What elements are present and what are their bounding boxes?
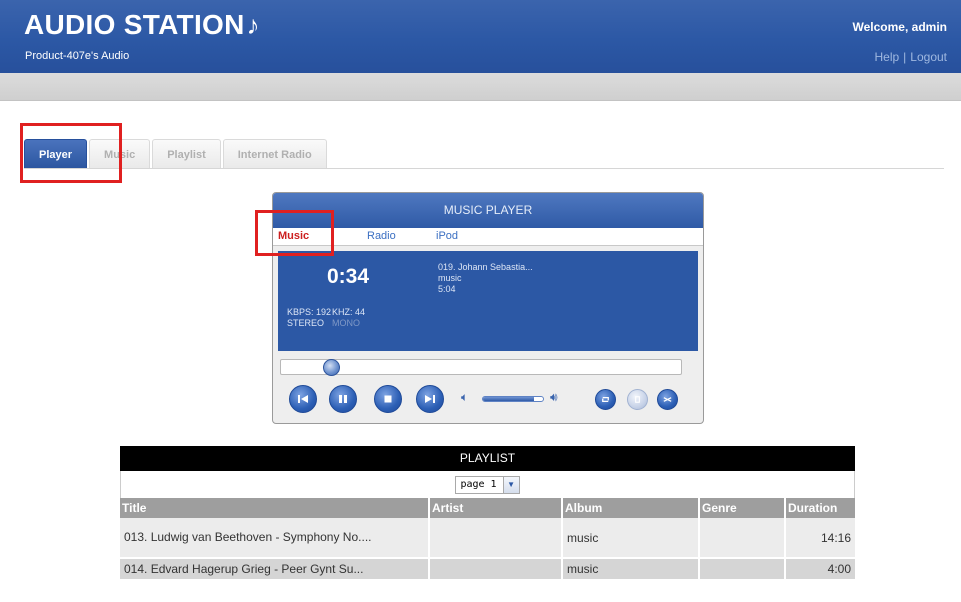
help-link[interactable]: Help — [874, 50, 899, 64]
table-row[interactable]: 013. Ludwig van Beethoven - Symphony No.… — [120, 518, 855, 559]
bitrate: KBPS: 192 — [287, 307, 332, 317]
music-player: MUSIC PLAYER Music Radio iPod 0:34 019. … — [272, 192, 704, 424]
track-artist-cell — [429, 518, 563, 559]
logout-link[interactable]: Logout — [910, 50, 947, 64]
playlist-panel: PLAYLIST page 1 ▼ Title Artist Album Gen… — [120, 446, 855, 581]
track-artist-cell — [429, 558, 563, 581]
pause-icon — [339, 395, 347, 403]
now-playing-display: 0:34 019. Johann Sebastia... music 5:04 … — [278, 251, 698, 351]
shuffle-button[interactable] — [657, 389, 678, 410]
column-artist[interactable]: Artist — [429, 498, 563, 518]
column-genre[interactable]: Genre — [699, 498, 786, 518]
volume-level — [483, 397, 534, 401]
source-tab-radio[interactable]: Radio — [367, 230, 396, 242]
playlist-pager: page 1 ▼ — [120, 471, 855, 498]
tab-playlist[interactable]: Playlist — [152, 139, 221, 169]
page-select-value: page 1 — [460, 479, 497, 490]
main-tabs: Player Music Playlist Internet Radio — [24, 139, 329, 169]
audio-stats: KBPS: 192 KHZ: 44 STEREO MONO — [287, 307, 365, 329]
table-header: Title Artist Album Genre Duration — [120, 498, 855, 518]
column-title[interactable]: Title — [120, 498, 430, 518]
source-tabs: Music Radio iPod — [273, 228, 703, 246]
playlist-title: PLAYLIST — [120, 446, 855, 471]
header-bar: AUDIO STATION♪ Product-407e's Audio Welc… — [0, 0, 961, 73]
tab-player[interactable]: Player — [24, 139, 88, 169]
tab-internet-radio[interactable]: Internet Radio — [222, 139, 327, 169]
chevron-down-icon: ▼ — [502, 476, 519, 493]
app-title: AUDIO STATION — [24, 9, 245, 40]
header-subbar — [0, 73, 961, 101]
next-button[interactable] — [416, 385, 444, 413]
music-note-icon: ♪ — [246, 10, 260, 40]
volume-up-icon[interactable]: 🔊︎ — [550, 390, 558, 405]
track-album-cell: music — [562, 518, 700, 559]
previous-button[interactable] — [289, 385, 317, 413]
top-links: Help | Logout — [874, 50, 947, 64]
product-name: Product-407e's Audio — [25, 50, 130, 62]
next-icon — [425, 395, 435, 403]
sample-rate: KHZ: 44 — [332, 307, 366, 317]
player-title: MUSIC PLAYER — [273, 193, 703, 228]
repeat-one-icon — [635, 396, 640, 403]
repeat-icon — [602, 397, 609, 402]
seek-bar[interactable] — [280, 359, 682, 376]
track-album-cell: music — [562, 558, 700, 581]
volume-slider[interactable] — [482, 396, 544, 402]
track-length: 5:04 — [438, 284, 456, 294]
volume-down-icon[interactable]: 🔈︎ — [461, 390, 468, 405]
welcome-text: Welcome, admin — [852, 20, 947, 34]
repeat-button[interactable] — [595, 389, 616, 410]
track-title-cell: 014. Edvard Hagerup Grieg - Peer Gynt Su… — [120, 558, 430, 581]
source-tab-music[interactable]: Music — [278, 230, 309, 242]
elapsed-time: 0:34 — [327, 265, 370, 288]
stop-button[interactable] — [374, 385, 402, 413]
tab-music[interactable]: Music — [89, 139, 151, 169]
column-album[interactable]: Album — [562, 498, 700, 518]
pause-button[interactable] — [329, 385, 357, 413]
column-duration[interactable]: Duration — [785, 498, 855, 518]
app-logo: AUDIO STATION♪ — [24, 9, 260, 41]
track-title: 019. Johann Sebastia... — [438, 262, 533, 272]
page-select[interactable]: page 1 ▼ — [455, 475, 520, 494]
track-duration-cell: 4:00 — [785, 558, 855, 581]
track-genre-cell — [699, 518, 786, 559]
track-genre-cell — [699, 558, 786, 581]
stereo-indicator: STEREO — [287, 318, 325, 328]
track-title-cell: 013. Ludwig van Beethoven - Symphony No.… — [120, 518, 430, 559]
playlist-table: Title Artist Album Genre Duration 013. L… — [120, 498, 855, 581]
repeat-one-button[interactable] — [627, 389, 648, 410]
source-tab-ipod[interactable]: iPod — [436, 230, 458, 242]
stop-icon — [384, 395, 392, 403]
track-duration-cell: 14:16 — [785, 518, 855, 559]
tab-divider — [24, 168, 944, 169]
previous-icon — [298, 395, 308, 403]
seek-knob[interactable] — [323, 359, 340, 376]
mono-indicator: MONO — [332, 318, 360, 328]
shuffle-icon — [663, 397, 672, 402]
track-album: music — [438, 273, 462, 283]
track-info: 019. Johann Sebastia... music 5:04 — [438, 262, 533, 295]
link-separator: | — [903, 50, 907, 64]
table-row[interactable]: 014. Edvard Hagerup Grieg - Peer Gynt Su… — [120, 558, 855, 581]
